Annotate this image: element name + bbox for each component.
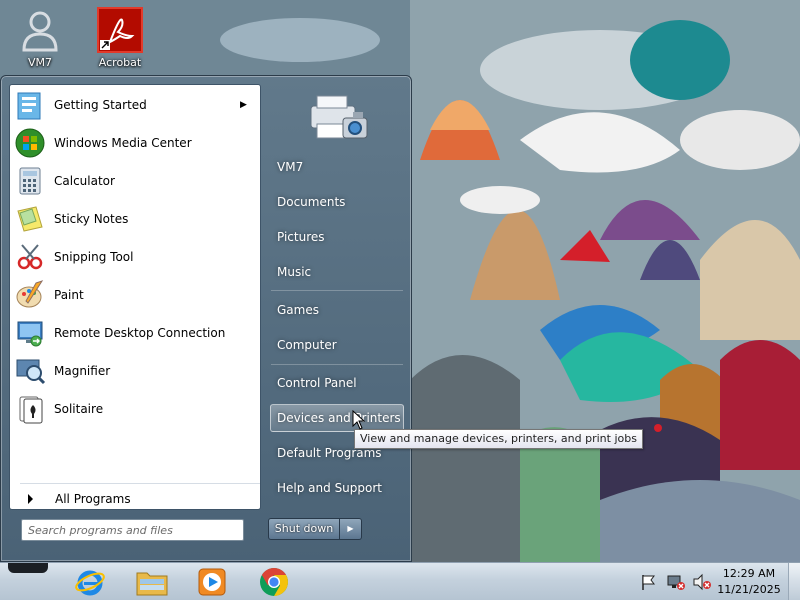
- right-item-music[interactable]: Music: [270, 258, 404, 286]
- desktop-icon-acrobat[interactable]: Acrobat: [85, 6, 155, 69]
- mouse-cursor-icon: [352, 410, 366, 430]
- chevron-right-icon: ▶: [347, 524, 354, 533]
- program-label: Snipping Tool: [54, 250, 134, 264]
- right-item-help-and-support[interactable]: Help and Support: [270, 474, 404, 502]
- system-clock[interactable]: 12:29 AM 11/21/2025: [716, 566, 782, 598]
- taskbar-chrome[interactable]: [246, 565, 302, 599]
- programs-pane: Getting Started ▶ Windows Media Center C…: [9, 84, 261, 510]
- program-solitaire[interactable]: Solitaire: [12, 391, 258, 427]
- sticky-notes-icon: [14, 203, 46, 235]
- program-remote-desktop-connection[interactable]: Remote Desktop Connection: [12, 315, 258, 351]
- remote-desktop-icon: [14, 317, 46, 349]
- shutdown-button[interactable]: Shut down: [268, 518, 340, 540]
- right-item-documents[interactable]: Documents: [270, 188, 404, 216]
- network-icon[interactable]: [666, 573, 686, 591]
- program-getting-started[interactable]: Getting Started ▶: [12, 87, 258, 123]
- program-label: Magnifier: [54, 364, 111, 378]
- program-windows-media-center[interactable]: Windows Media Center: [12, 125, 258, 161]
- right-item-vm7[interactable]: VM7: [270, 153, 404, 181]
- right-item-control-panel[interactable]: Control Panel: [270, 369, 404, 397]
- program-calculator[interactable]: Calculator: [12, 163, 258, 199]
- desktop-icon-label: VM7: [27, 56, 52, 69]
- paint-icon: [14, 279, 46, 311]
- right-item-devices-and-printers[interactable]: Devices and Printers: [270, 404, 404, 432]
- desktop-icon-vm7[interactable]: VM7: [5, 6, 75, 69]
- program-paint[interactable]: Paint: [12, 277, 258, 313]
- volume-muted-icon[interactable]: [692, 573, 712, 591]
- magnifier-icon: [14, 355, 46, 387]
- tooltip: View and manage devices, printers, and p…: [354, 429, 643, 449]
- solitaire-icon: [14, 393, 46, 425]
- right-item-pictures[interactable]: Pictures: [270, 223, 404, 251]
- taskbar-internet-explorer[interactable]: [62, 565, 118, 599]
- action-center-flag-icon[interactable]: [640, 573, 658, 591]
- start-button[interactable]: [8, 563, 48, 573]
- acrobat-icon: [96, 6, 144, 54]
- all-programs-button[interactable]: All Programs: [18, 484, 258, 514]
- taskbar-windows-media-player[interactable]: [184, 565, 240, 599]
- all-programs-label: All Programs: [55, 492, 131, 506]
- right-separator: [271, 290, 403, 291]
- program-label: Getting Started: [54, 98, 147, 112]
- windows-media-player-icon: [198, 568, 226, 596]
- right-item-computer[interactable]: Computer: [270, 331, 404, 359]
- program-label: Remote Desktop Connection: [54, 326, 226, 340]
- chrome-icon: [260, 568, 288, 596]
- taskbar-windows-explorer[interactable]: [124, 565, 180, 599]
- program-label: Sticky Notes: [54, 212, 129, 226]
- program-sticky-notes[interactable]: Sticky Notes: [12, 201, 258, 237]
- program-magnifier[interactable]: Magnifier: [12, 353, 258, 389]
- system-tray: [640, 563, 712, 600]
- right-separator: [271, 364, 403, 365]
- user-picture[interactable]: [303, 84, 371, 148]
- program-label: Calculator: [54, 174, 115, 188]
- program-label: Windows Media Center: [54, 136, 192, 150]
- taskbar: 12:29 AM 11/21/2025: [0, 562, 800, 600]
- getting-started-icon: [14, 89, 46, 121]
- user-folder-icon: [16, 6, 64, 54]
- clock-date: 11/21/2025: [717, 583, 781, 596]
- right-item-games[interactable]: Games: [270, 296, 404, 324]
- program-snipping-tool[interactable]: Snipping Tool: [12, 239, 258, 275]
- desktop-icon-label: Acrobat: [98, 56, 142, 69]
- snipping-tool-icon: [14, 241, 46, 273]
- program-label: Paint: [54, 288, 84, 302]
- clock-time: 12:29 AM: [722, 567, 776, 580]
- windows-media-center-icon: [14, 127, 46, 159]
- windows-explorer-icon: [136, 572, 168, 596]
- start-menu: Getting Started ▶ Windows Media Center C…: [0, 75, 412, 562]
- submenu-arrow-icon: ▶: [240, 100, 247, 110]
- search-input[interactable]: [21, 519, 244, 541]
- shutdown-options-button[interactable]: ▶: [340, 518, 362, 540]
- calculator-icon: [14, 165, 46, 197]
- triangle-right-icon: [28, 494, 33, 504]
- show-desktop-button[interactable]: [788, 563, 800, 600]
- devices-printers-icon: [310, 95, 368, 139]
- program-label: Solitaire: [54, 402, 104, 416]
- internet-explorer-icon: [75, 570, 105, 596]
